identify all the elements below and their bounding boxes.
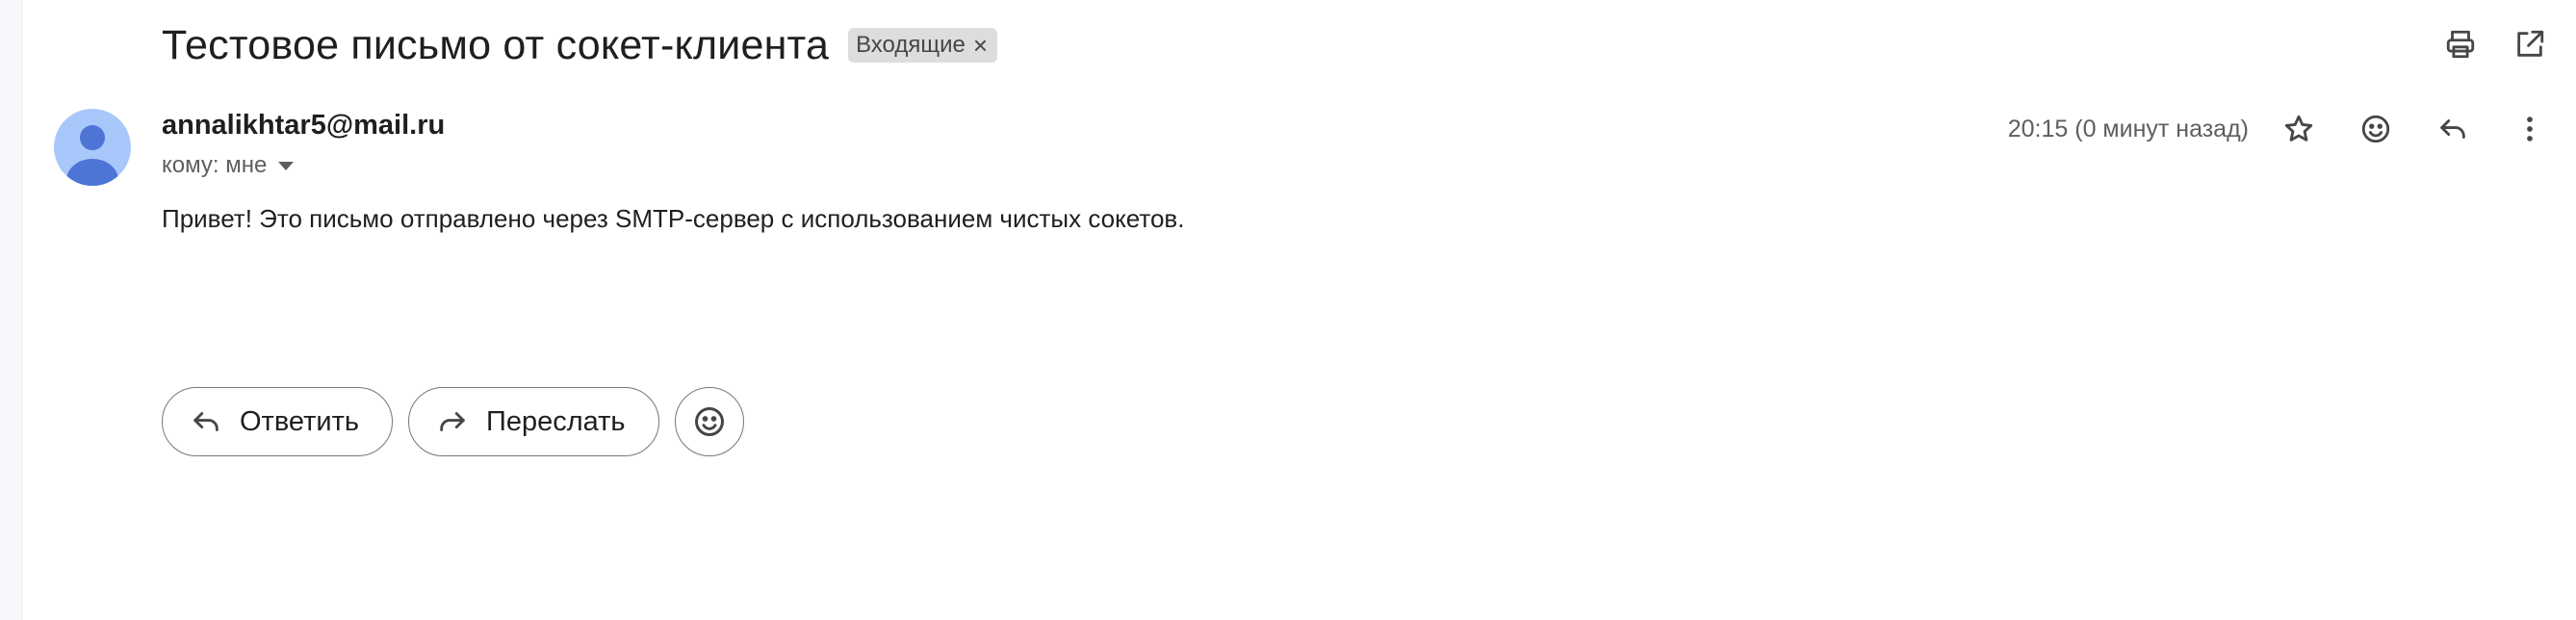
reply-pill-button[interactable]: Ответить <box>162 387 393 456</box>
reply-button[interactable] <box>2430 106 2476 152</box>
message-header-actions: 20:15 (0 минут назад) <box>2008 106 2553 152</box>
open-in-new-window-button[interactable] <box>2507 21 2553 67</box>
inbox-label-text: Входящие <box>856 32 966 58</box>
sender-avatar[interactable] <box>54 109 131 186</box>
recipient-text: кому: мне <box>162 152 268 178</box>
sender-address[interactable]: annalikhtar5@mail.ru <box>162 110 445 142</box>
forward-label: Переслать <box>485 405 626 437</box>
react-emoji-button[interactable] <box>674 387 744 456</box>
add-reaction-button[interactable] <box>2353 106 2399 152</box>
left-rail <box>0 0 23 620</box>
star-icon <box>2284 115 2313 142</box>
reply-icon <box>193 412 219 431</box>
open-in-new-window-icon <box>2517 30 2544 57</box>
timestamp: 20:15 (0 минут назад) <box>2007 115 2249 142</box>
more-vert-icon <box>2527 116 2533 142</box>
message-body: Привет! Это письмо отправлено через SMTP… <box>162 204 1185 233</box>
inbox-label-chip[interactable]: Входящие × <box>848 28 998 63</box>
print-button[interactable] <box>2437 21 2484 67</box>
emoji-icon <box>694 407 724 436</box>
remove-label-button[interactable]: × <box>973 33 988 58</box>
forward-icon <box>440 412 465 431</box>
print-icon <box>2446 30 2475 59</box>
reply-bar: Ответить Переслать <box>162 387 744 456</box>
emoji-icon <box>2361 115 2390 143</box>
forward-pill-button[interactable]: Переслать <box>407 387 659 456</box>
subject-row: Тестовое письмо от сокет-клиента Входящи… <box>162 17 998 73</box>
more-options-button[interactable] <box>2507 106 2553 152</box>
reply-label: Ответить <box>240 405 359 437</box>
reply-icon <box>2440 119 2465 139</box>
caret-down-icon <box>278 161 295 170</box>
recipient-details-toggle[interactable]: кому: мне <box>162 152 295 179</box>
top-toolbar <box>2437 21 2553 67</box>
email-subject: Тестовое письмо от сокет-клиента <box>162 21 830 68</box>
person-icon <box>66 125 118 186</box>
star-button[interactable] <box>2276 106 2322 152</box>
